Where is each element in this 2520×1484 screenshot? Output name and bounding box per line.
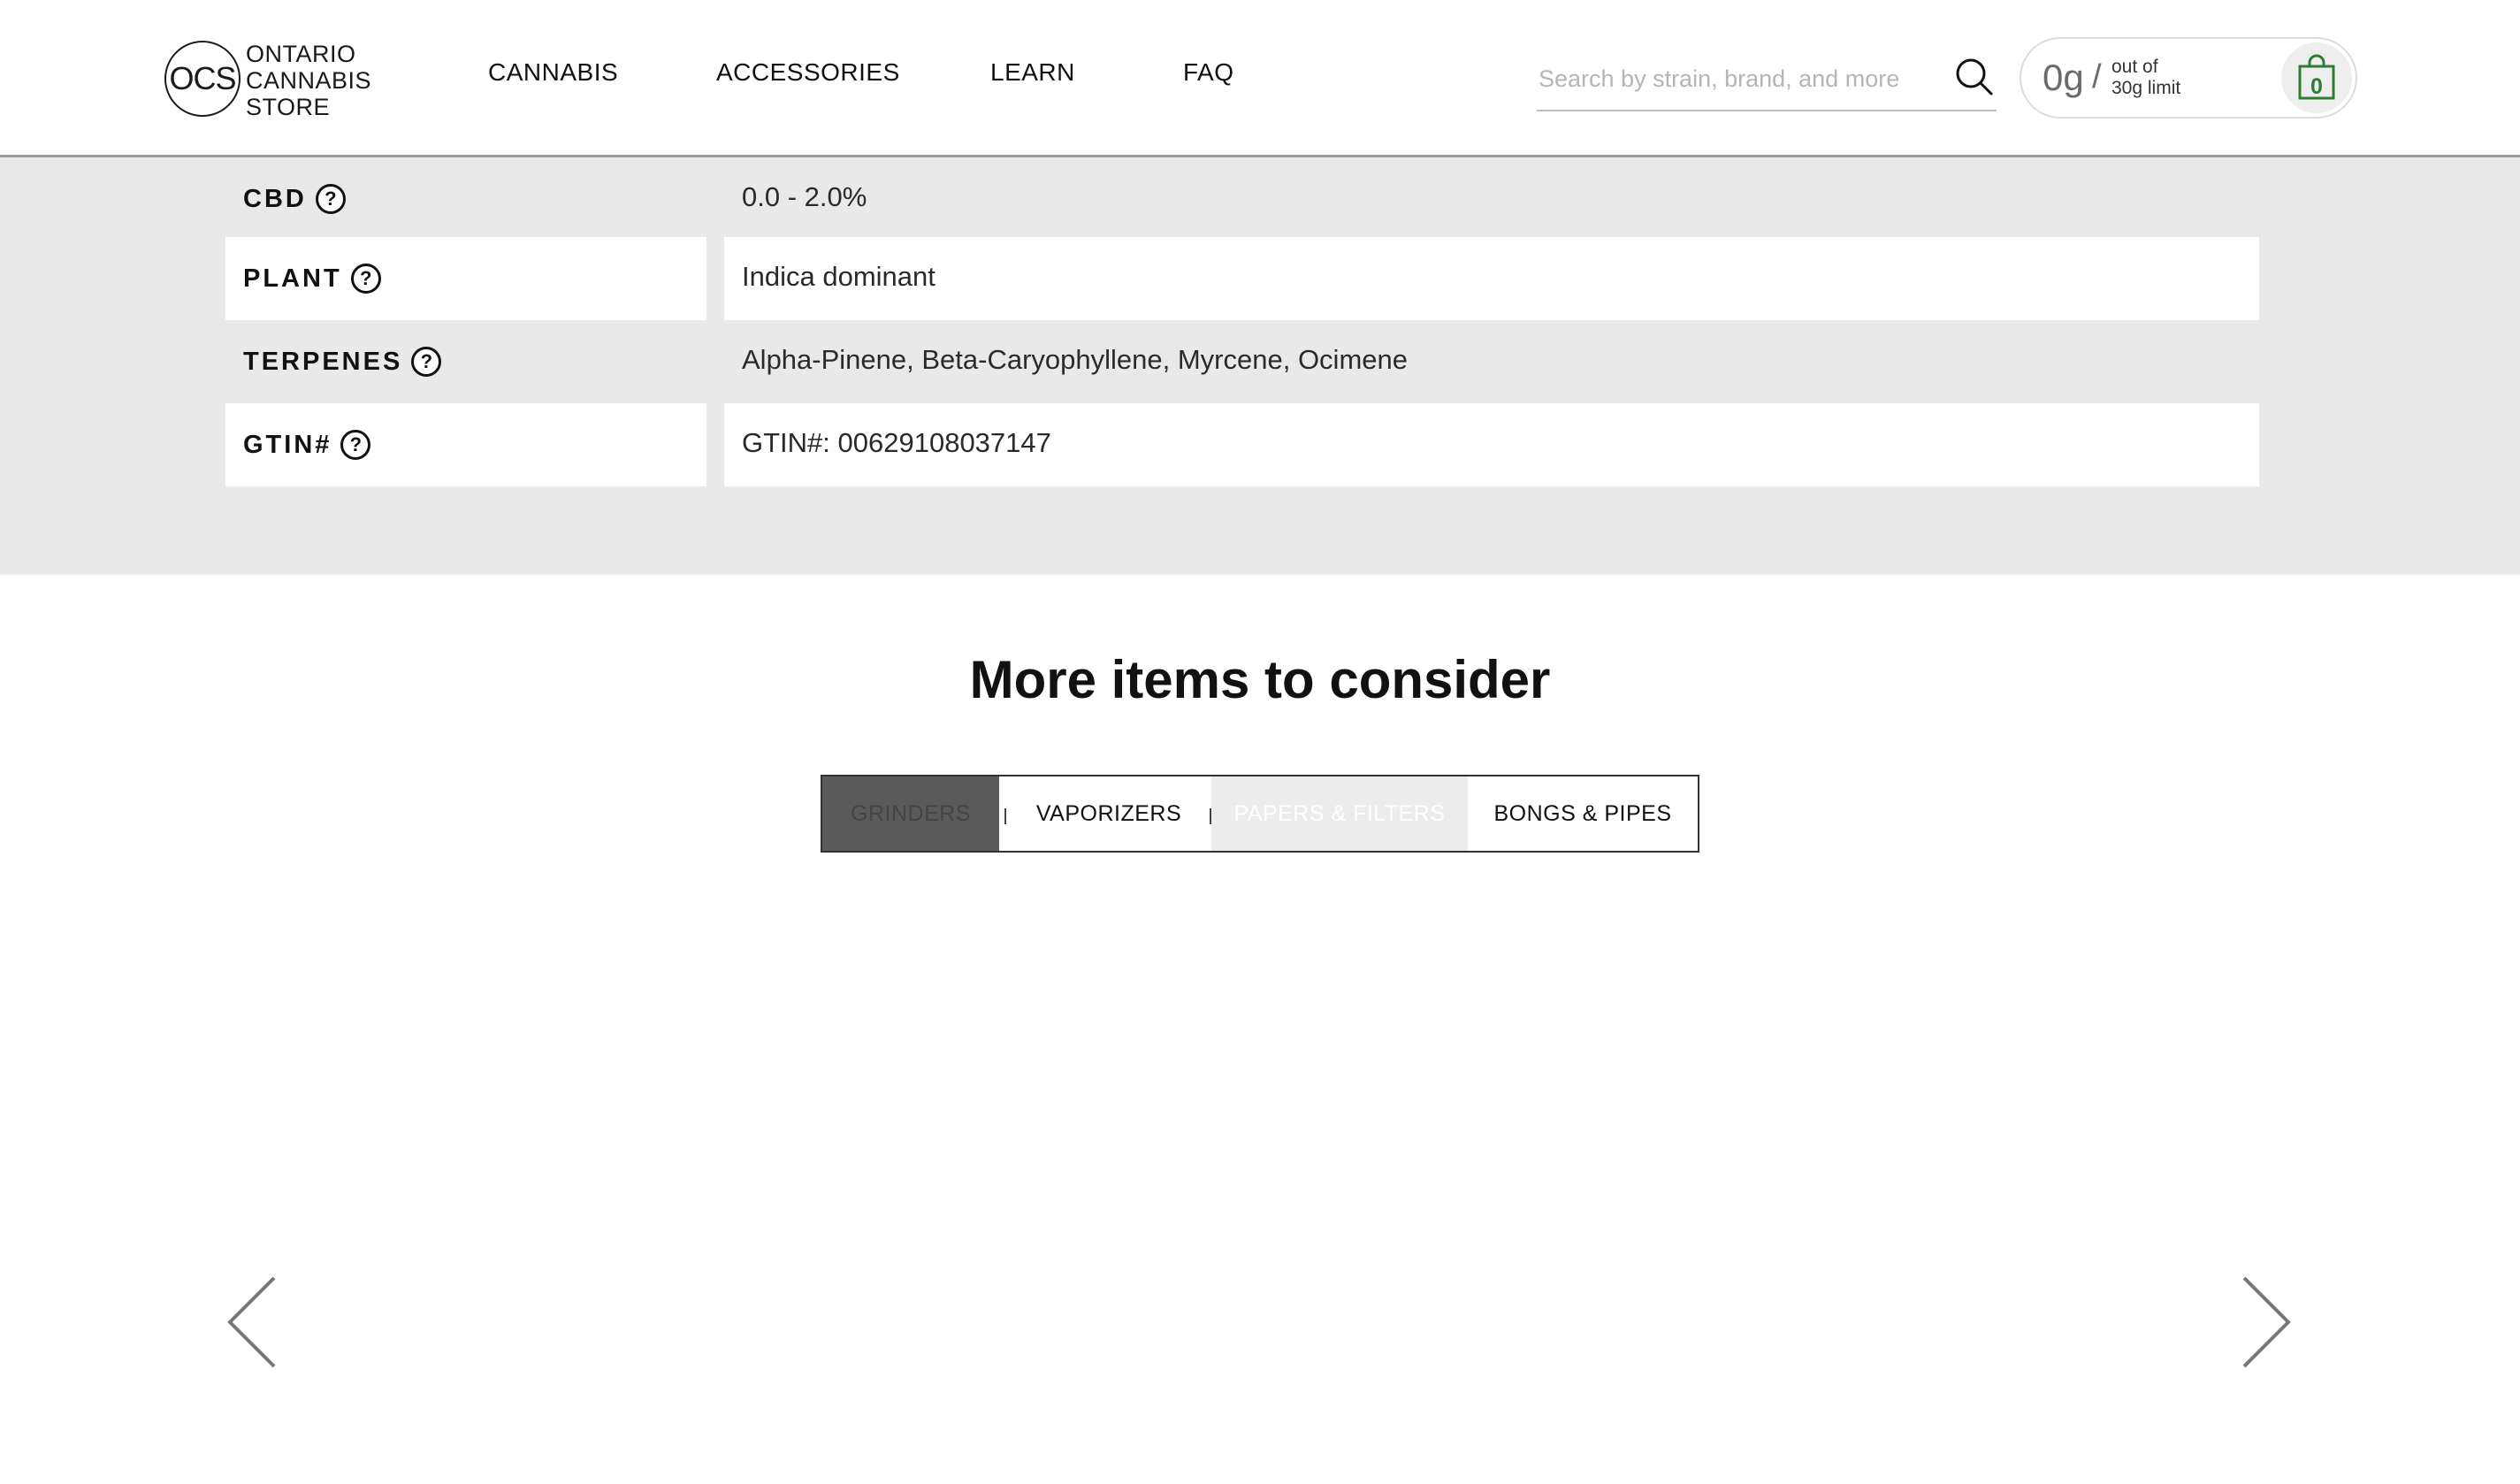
cart-count: 0 [2310, 74, 2323, 99]
detail-row-terpenes: TERPENES ? Alpha-Pinene, Beta-Caryophyll… [225, 320, 2259, 403]
search-icon[interactable] [1952, 55, 1997, 99]
tab-divider [1004, 808, 1006, 824]
section-title: More items to consider [969, 650, 1551, 709]
detail-label-cell: CBD ? [225, 157, 706, 241]
logo-line-1: ONTARIO [246, 41, 356, 67]
detail-label-text: PLANT [243, 264, 342, 293]
detail-label-text: TERPENES [243, 347, 403, 376]
detail-value: GTIN#: 00629108037147 [742, 427, 1051, 458]
nav-cannabis[interactable]: CANNABIS [488, 58, 618, 87]
detail-value: 0.0 - 2.0% [742, 181, 867, 212]
tab-papers-filters[interactable]: PAPERS & FILTERS [1211, 776, 1468, 851]
detail-value-cell: Indica dominant [724, 237, 2259, 320]
logo-wordmark: ONTARIO CANNABIS STORE [246, 41, 371, 120]
product-details-table: CBD ? 0.0 - 2.0% PLANT ? Indica dominant… [0, 157, 2520, 575]
detail-label: CBD ? [243, 184, 346, 214]
detail-value: Indica dominant [742, 261, 935, 292]
detail-value: Alpha-Pinene, Beta-Caryophyllene, Myrcen… [742, 344, 1408, 375]
detail-value-cell: Alpha-Pinene, Beta-Caryophyllene, Myrcen… [724, 320, 2259, 403]
limit-slash: / [2092, 58, 2102, 96]
site-header: OCS ONTARIO CANNABIS STORE CANNABIS ACCE… [0, 0, 2520, 157]
detail-row-plant: PLANT ? Indica dominant [225, 237, 2259, 320]
limit-text-line-1: out of [2111, 57, 2158, 77]
nav-faq[interactable]: FAQ [1183, 58, 1234, 87]
detail-label-cell: TERPENES ? [225, 320, 706, 403]
detail-row-gtin: GTIN# ? GTIN#: 00629108037147 [225, 403, 2259, 486]
search-input[interactable] [1537, 58, 1929, 99]
nav-learn[interactable]: LEARN [990, 58, 1075, 87]
cart-button[interactable]: 0 [2281, 42, 2352, 113]
tab-grinders[interactable]: GRINDERS [822, 776, 999, 851]
limit-grams: 0g [2043, 57, 2084, 98]
ocs-logo[interactable]: OCS ONTARIO CANNABIS STORE [164, 39, 394, 120]
nav-accessories[interactable]: ACCESSORIES [716, 58, 900, 87]
tab-vaporizers[interactable]: VAPORIZERS [1008, 776, 1210, 851]
chevron-right-icon[interactable] [2235, 1274, 2297, 1371]
detail-label-cell: GTIN# ? [225, 403, 706, 486]
detail-value-cell: 0.0 - 2.0% [724, 157, 2259, 241]
detail-label: GTIN# ? [243, 430, 371, 460]
logo-line-3: STORE [246, 94, 331, 120]
purchase-limit-indicator: 0g / out of 30g limit 0 [2020, 37, 2357, 119]
chevron-left-icon[interactable] [221, 1274, 283, 1371]
logo-line-2: CANNABIS [246, 67, 372, 94]
search-bar [1537, 50, 1997, 111]
help-circle-icon[interactable]: ? [340, 430, 371, 460]
detail-label-text: CBD [243, 184, 307, 213]
detail-label-cell: PLANT ? [225, 237, 706, 320]
help-circle-icon[interactable]: ? [315, 184, 346, 214]
detail-value-cell: GTIN#: 00629108037147 [724, 403, 2259, 486]
detail-label: TERPENES ? [243, 347, 442, 377]
detail-row-cbd: CBD ? 0.0 - 2.0% [225, 157, 2259, 241]
tab-bongs-pipes[interactable]: BONGS & PIPES [1468, 776, 1698, 851]
help-circle-icon[interactable]: ? [411, 347, 442, 377]
category-tabs: GRINDERS VAPORIZERS PAPERS & FILTERS BON… [821, 775, 1699, 853]
limit-text-line-2: 30g limit [2111, 78, 2181, 98]
help-circle-icon[interactable]: ? [350, 264, 381, 294]
detail-label-text: GTIN# [243, 430, 332, 459]
limit-text: out of 30g limit [2111, 57, 2180, 99]
logo-mark: OCS [164, 41, 241, 117]
detail-label: PLANT ? [243, 264, 381, 294]
